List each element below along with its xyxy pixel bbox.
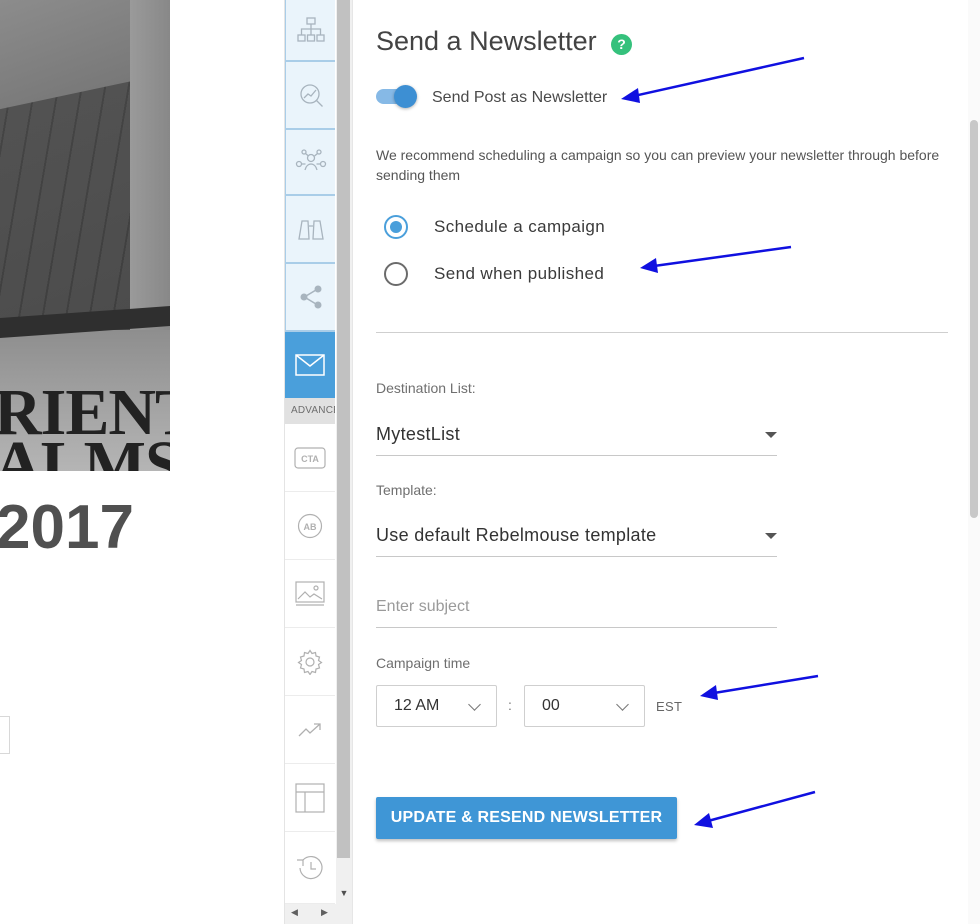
update-resend-newsletter-button[interactable]: UPDATE & RESEND NEWSLETTER xyxy=(376,797,677,839)
rail-item-media[interactable] xyxy=(285,560,335,628)
article-headline-fragment: 2017 xyxy=(0,493,134,562)
send-when-published-radio[interactable] xyxy=(384,262,408,286)
gear-icon xyxy=(297,648,323,675)
rail-horizontal-scrollbar[interactable]: ◀ ▶ xyxy=(285,904,337,924)
hero-image-text-line2: ALMS xyxy=(0,428,170,472)
cta-icon: CTA xyxy=(294,446,326,469)
rail-item-social-graph[interactable] xyxy=(285,130,335,196)
destination-list-value: MytestList xyxy=(376,424,461,444)
rail-item-ab-test[interactable]: AB xyxy=(285,492,335,560)
rail-item-seo[interactable] xyxy=(285,62,335,130)
destination-list-select[interactable]: MytestList xyxy=(376,420,777,456)
send-as-newsletter-toggle[interactable] xyxy=(376,85,417,108)
rail-item-cta[interactable]: CTA xyxy=(285,424,335,492)
dropdown-caret-icon xyxy=(765,432,777,438)
svg-text:AB: AB xyxy=(304,522,317,532)
hero-image: RIENT ALMS xyxy=(0,0,170,471)
rail-item-discover[interactable] xyxy=(285,196,335,264)
rail-scrollbar-thumb[interactable] xyxy=(337,0,350,858)
rail-item-structure[interactable] xyxy=(285,0,335,62)
preview-input-edge[interactable] xyxy=(0,716,10,754)
history-icon xyxy=(295,854,325,882)
subject-input[interactable] xyxy=(376,584,777,628)
campaign-hour-select[interactable]: 12 AM xyxy=(376,685,497,727)
scroll-down-icon[interactable]: ▼ xyxy=(336,884,352,902)
time-separator: : xyxy=(508,697,512,713)
panel-scrollbar-thumb[interactable] xyxy=(970,120,978,518)
layout-icon xyxy=(295,782,325,813)
rail-item-analytics[interactable] xyxy=(285,696,335,764)
template-label: Template: xyxy=(376,482,437,498)
rail-vertical-scrollbar[interactable]: ▼ xyxy=(336,0,352,924)
campaign-hour-value: 12 AM xyxy=(394,697,440,714)
section-divider xyxy=(376,332,948,333)
chevron-down-icon xyxy=(468,698,481,711)
help-icon[interactable]: ? xyxy=(611,34,632,55)
campaign-minute-select[interactable]: 00 xyxy=(524,685,645,727)
scroll-left-icon[interactable]: ◀ xyxy=(291,907,298,918)
network-icon xyxy=(295,148,327,176)
tool-rail: ADVANCED CTA AB xyxy=(284,0,337,924)
sitemap-icon xyxy=(296,17,325,43)
chevron-down-icon xyxy=(616,698,629,711)
svg-text:CTA: CTA xyxy=(301,454,319,464)
rail-item-newsletter[interactable] xyxy=(285,332,335,398)
rail-item-share[interactable] xyxy=(285,264,335,332)
rail-item-layout[interactable] xyxy=(285,764,335,832)
scroll-right-icon[interactable]: ▶ xyxy=(321,907,328,918)
binoculars-icon xyxy=(296,216,326,242)
send-as-newsletter-label: Send Post as Newsletter xyxy=(432,89,608,106)
image-icon xyxy=(295,580,325,607)
campaign-minute-value: 00 xyxy=(542,697,560,714)
article-preview: RIENT ALMS 2017 xyxy=(0,0,284,924)
envelope-icon xyxy=(295,354,325,376)
trending-icon xyxy=(298,722,322,738)
panel-title: Send a Newsletter xyxy=(376,26,597,56)
dropdown-caret-icon xyxy=(765,533,777,539)
schedule-campaign-radio[interactable] xyxy=(384,215,408,239)
ab-test-icon: AB xyxy=(297,513,323,539)
send-when-published-label[interactable]: Send when published xyxy=(434,264,604,284)
rail-item-settings[interactable] xyxy=(285,628,335,696)
recommendation-text: We recommend scheduling a campaign so yo… xyxy=(376,147,940,183)
timezone-label: EST xyxy=(656,699,683,714)
search-chart-icon xyxy=(297,81,325,109)
template-value: Use default Rebelmouse template xyxy=(376,525,657,545)
destination-list-label: Destination List: xyxy=(376,380,476,396)
template-select[interactable]: Use default Rebelmouse template xyxy=(376,521,777,557)
campaign-time-label: Campaign time xyxy=(376,655,471,671)
panel-scrollbar[interactable] xyxy=(968,0,980,924)
newsletter-panel: Send a Newsletter ? Send Post as Newslet… xyxy=(352,0,980,924)
share-icon xyxy=(298,284,324,310)
toggle-knob xyxy=(394,85,417,108)
advanced-section-label: ADVANCED xyxy=(285,398,335,424)
schedule-campaign-label[interactable]: Schedule a campaign xyxy=(434,217,605,237)
rail-item-history[interactable] xyxy=(285,832,335,904)
app-window: RIENT ALMS 2017 xyxy=(0,0,980,924)
